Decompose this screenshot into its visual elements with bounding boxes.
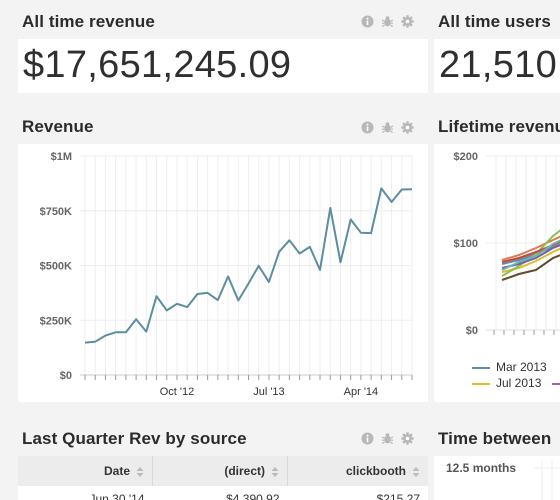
x-tick-label: Apr '14 — [344, 386, 379, 398]
y-tick-label: $750K — [40, 206, 72, 218]
all-time-revenue-title: All time revenue — [22, 12, 155, 31]
bug-icon[interactable] — [381, 15, 394, 28]
revenue-data-point — [410, 187, 414, 191]
revenue-data-point — [308, 245, 312, 249]
table-header-row: Date (direct) clickbooth — [18, 456, 428, 486]
revenue-data-point — [369, 231, 373, 235]
revenue-data-point — [247, 281, 251, 285]
revenue-data-point — [379, 186, 383, 190]
revenue-data-point — [206, 291, 210, 295]
revenue-data-point — [257, 264, 261, 268]
time-between-chart[interactable]: 12.5 months — [434, 456, 560, 500]
revenue-chart-card: $1M $750K $500K $250K $0 Oct '12 Jul '13 Apr '1… — [18, 144, 428, 402]
table-row: Jun 30 '14 $4,390.92 $215.27 — [18, 486, 428, 500]
lifetime-y-tick: $200 — [454, 151, 478, 163]
revenue-data-point — [155, 294, 159, 298]
last-quarter-actions — [361, 432, 414, 445]
revenue-actions — [361, 121, 414, 134]
revenue-data-point — [226, 274, 230, 278]
time-between-title: Time between — [438, 429, 552, 448]
revenue-data-point — [124, 330, 128, 334]
info-icon[interactable] — [361, 432, 374, 445]
revenue-data-point — [318, 268, 322, 272]
lifetime-y-tick: $100 — [454, 238, 478, 250]
all-time-revenue-card: $17,651,245.09 — [18, 39, 428, 93]
y-tick-label: $250K — [40, 315, 72, 327]
revenue-data-point — [267, 280, 271, 284]
lifetime-y-tick: $0 — [466, 325, 478, 337]
y-tick-label: $500K — [40, 261, 72, 273]
table-cell: $4,390.92 — [226, 492, 280, 500]
revenue-data-point — [236, 299, 240, 303]
x-tick-label: Oct '12 — [160, 386, 195, 398]
y-tick-label: $1M — [51, 151, 72, 163]
all-time-users-value: 21,510 — [439, 44, 558, 86]
x-tick-label: Jul '13 — [253, 386, 284, 398]
revenue-data-point — [175, 302, 179, 306]
table-cell: Jun 30 '14 — [89, 492, 145, 500]
all-time-users-card: 21,510 — [434, 39, 560, 93]
column-header-clickbooth[interactable]: clickbooth — [287, 456, 428, 486]
revenue-data-point — [298, 251, 302, 255]
table-cell: $215.27 — [376, 492, 420, 500]
revenue-data-point — [390, 200, 394, 204]
revenue-data-point — [338, 260, 342, 264]
last-quarter-table: Date (direct) clickbooth Jun 30 '14 $4,3… — [18, 456, 428, 500]
time-between-card: 12.5 months — [434, 456, 560, 500]
time-between-y-tick: 12.5 months — [446, 461, 516, 475]
revenue-data-point — [144, 330, 148, 334]
bug-icon[interactable] — [381, 121, 394, 134]
revenue-data-point — [287, 238, 291, 242]
legend-label: Jul 2013 — [496, 376, 542, 390]
revenue-data-point — [216, 298, 220, 302]
y-tick-label: $0 — [60, 370, 72, 382]
lifetime-revenue-card: $200 $100 $0 Mar 2013 Jul 2013 — [434, 144, 560, 402]
revenue-data-point — [185, 305, 189, 309]
bug-icon[interactable] — [381, 432, 394, 445]
gear-icon[interactable] — [401, 121, 414, 134]
column-header-date[interactable]: Date — [18, 456, 153, 486]
revenue-data-point — [165, 308, 169, 312]
all-time-revenue-actions — [361, 15, 414, 28]
info-icon[interactable] — [361, 15, 374, 28]
legend-swatch-mar-2013 — [472, 367, 490, 369]
column-header-direct[interactable]: (direct) — [152, 456, 288, 486]
all-time-users-title: All time users — [438, 12, 551, 31]
legend-swatch-jul-2013 — [472, 383, 490, 385]
legend-label: Mar 2013 — [496, 360, 547, 374]
gear-icon[interactable] — [401, 432, 414, 445]
revenue-data-point — [349, 218, 353, 222]
revenue-data-point — [195, 292, 199, 296]
revenue-data-point — [277, 250, 281, 254]
revenue-data-point — [400, 188, 404, 192]
lifetime-revenue-title: Lifetime revenu — [438, 117, 560, 136]
revenue-data-point — [93, 340, 97, 344]
revenue-data-point — [103, 334, 107, 338]
last-quarter-title: Last Quarter Rev by source — [22, 429, 247, 448]
all-time-revenue-value: $17,651,245.09 — [23, 44, 292, 86]
legend-swatch-partial — [552, 383, 560, 385]
revenue-data-point — [83, 341, 87, 345]
revenue-chart[interactable]: $1M $750K $500K $250K $0 Oct '12 Jul '13 Apr '1… — [18, 144, 428, 402]
revenue-title: Revenue — [22, 117, 94, 136]
last-quarter-table-card: Date (direct) clickbooth Jun 30 '14 $4,3… — [18, 456, 428, 500]
revenue-data-point — [359, 231, 363, 235]
revenue-data-point — [328, 206, 332, 210]
revenue-data-point — [114, 330, 118, 334]
gear-icon[interactable] — [401, 15, 414, 28]
info-icon[interactable] — [361, 121, 374, 134]
revenue-data-point — [134, 317, 138, 321]
